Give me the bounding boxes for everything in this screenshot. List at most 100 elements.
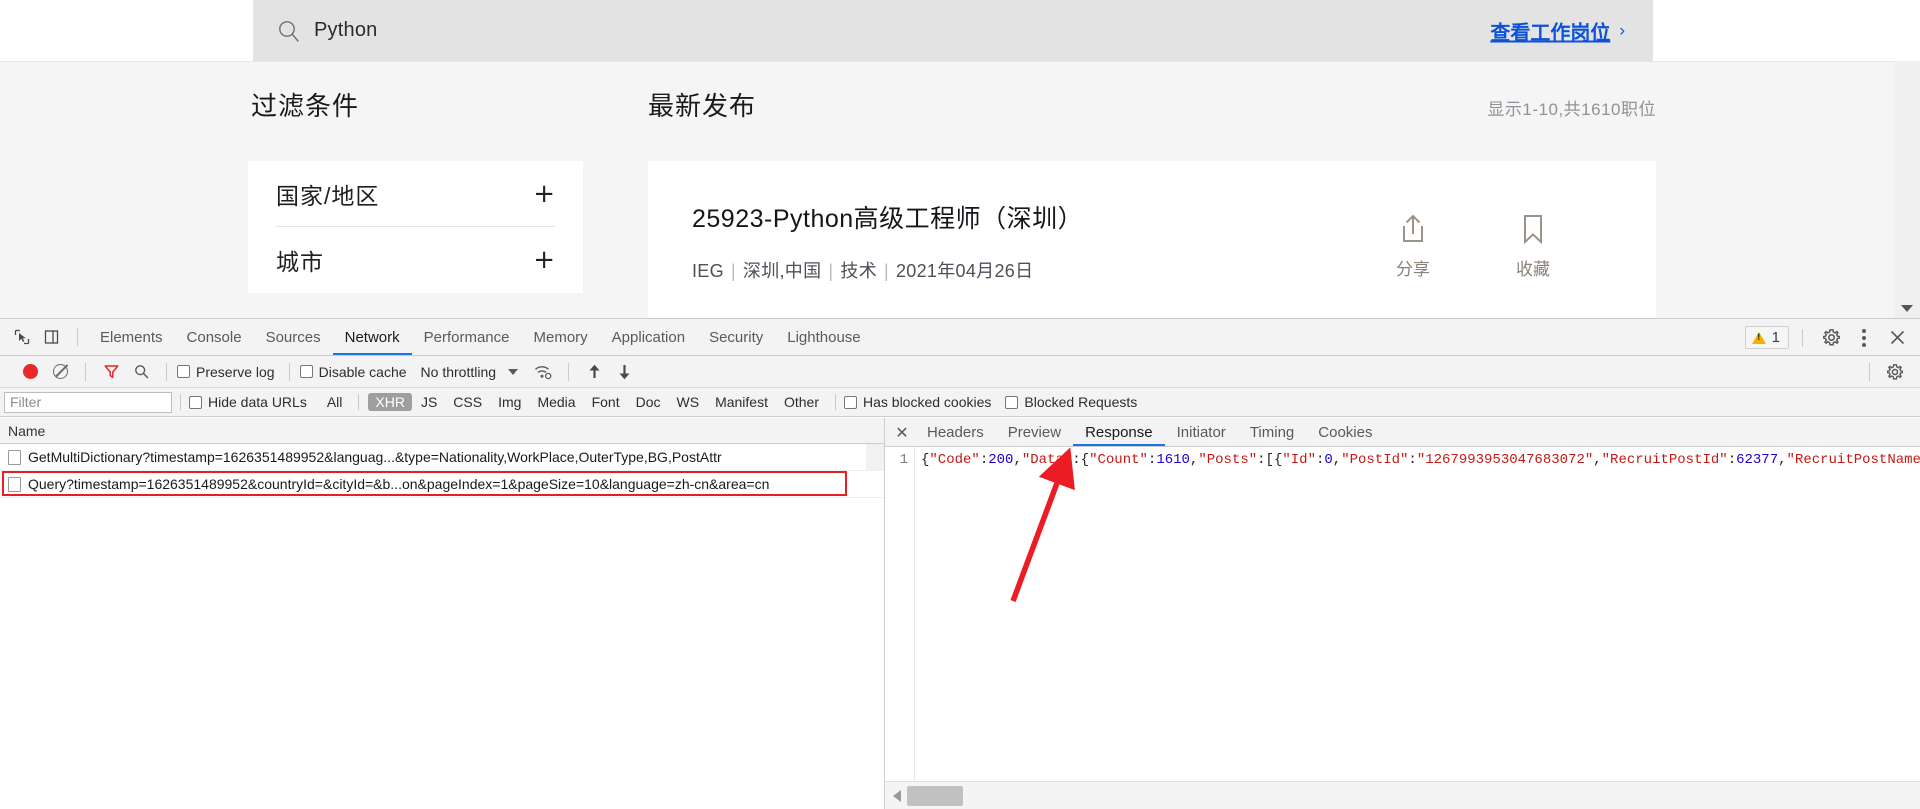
- view-jobs-link[interactable]: 查看工作岗位 ›: [1490, 16, 1625, 45]
- scroll-left-icon[interactable]: [893, 789, 901, 802]
- share-action[interactable]: 分享: [1386, 209, 1440, 280]
- tab-memory[interactable]: Memory: [522, 319, 600, 355]
- tab-elements[interactable]: Elements: [88, 319, 175, 355]
- response-body[interactable]: 1 {"Code":200,"Data":{"Count":1610,"Post…: [885, 447, 1920, 781]
- json-token: 0: [1324, 452, 1333, 468]
- job-card[interactable]: 25923-Python高级工程师（深圳） IEG | 深圳,中国 | 技术 | 2021年…: [648, 161, 1656, 318]
- blocked-requests-checkbox[interactable]: [1005, 395, 1019, 409]
- hide-data-urls-checkbox[interactable]: [189, 395, 202, 409]
- meta-separator: |: [828, 261, 834, 281]
- network-conditions-icon[interactable]: [528, 357, 558, 387]
- response-horizontal-scrollbar[interactable]: [885, 781, 1920, 809]
- toolbar-divider: [85, 362, 86, 381]
- tab-lighthouse[interactable]: Lighthouse: [775, 319, 872, 355]
- column-header-name[interactable]: Name: [8, 423, 45, 439]
- job-date: 2021年04月26日: [896, 261, 1034, 281]
- inspect-element-icon[interactable]: [7, 322, 37, 352]
- disable-cache-checkbox[interactable]: [299, 365, 313, 378]
- bookmark-action[interactable]: 收藏: [1506, 209, 1560, 280]
- page-vertical-scrollbar[interactable]: [1894, 61, 1920, 318]
- search-icon[interactable]: [126, 357, 156, 387]
- tab-initiator[interactable]: Initiator: [1165, 418, 1238, 446]
- job-actions: 分享 收藏: [1386, 209, 1560, 280]
- clear-button[interactable]: [45, 357, 75, 387]
- tab-security[interactable]: Security: [697, 319, 775, 355]
- disable-cache-control[interactable]: Disable cache: [299, 364, 407, 380]
- preserve-log-control[interactable]: Preserve log: [177, 364, 275, 380]
- json-token: "PostId": [1341, 452, 1409, 468]
- tab-console[interactable]: Console: [175, 319, 254, 355]
- export-har-icon[interactable]: [609, 357, 639, 387]
- network-settings-icon[interactable]: [1880, 357, 1910, 387]
- json-token: :: [1727, 452, 1737, 468]
- record-button[interactable]: [15, 357, 45, 387]
- scroll-down-icon[interactable]: [1901, 305, 1913, 312]
- filter-type-font[interactable]: Font: [585, 393, 627, 411]
- job-search-bar[interactable]: Python 查看工作岗位 ›: [253, 0, 1653, 61]
- response-json-text[interactable]: {"Code":200,"Data":{"Count":1610,"Posts"…: [915, 447, 1920, 781]
- filter-type-ws[interactable]: WS: [670, 393, 707, 411]
- filter-type-doc[interactable]: Doc: [629, 393, 668, 411]
- toolbar-divider: [1802, 328, 1803, 347]
- filter-type-all[interactable]: All: [320, 393, 350, 411]
- filter-row-city[interactable]: 城市 +: [276, 227, 555, 293]
- filter-divider: [358, 394, 360, 410]
- import-har-icon[interactable]: [579, 357, 609, 387]
- tab-application[interactable]: Application: [600, 319, 697, 355]
- table-row[interactable]: GetMultiDictionary?timestamp=16263514899…: [0, 444, 884, 471]
- blocked-requests-control[interactable]: Blocked Requests: [1005, 394, 1137, 410]
- filter-name-country: 国家/地区: [276, 182, 380, 209]
- json-token: ,: [1332, 452, 1342, 468]
- toolbar-divider: [166, 362, 167, 381]
- filter-type-js[interactable]: JS: [414, 393, 444, 411]
- warning-badge[interactable]: 1: [1744, 326, 1789, 349]
- tab-headers[interactable]: Headers: [915, 418, 996, 446]
- toolbar-divider: [77, 328, 78, 346]
- throttling-value[interactable]: No throttling: [421, 364, 496, 380]
- filter-icon[interactable]: [96, 357, 126, 387]
- hide-data-urls-control[interactable]: Hide data URLs: [189, 394, 307, 410]
- filter-type-manifest[interactable]: Manifest: [708, 393, 775, 411]
- filter-type-css[interactable]: CSS: [446, 393, 489, 411]
- tab-response[interactable]: Response: [1073, 418, 1165, 446]
- more-options-icon[interactable]: [1849, 323, 1879, 353]
- request-type-icon: [8, 449, 21, 465]
- plus-icon[interactable]: +: [533, 247, 555, 273]
- tab-preview[interactable]: Preview: [996, 418, 1073, 446]
- has-blocked-cookies-control[interactable]: Has blocked cookies: [844, 394, 991, 410]
- device-toolbar-icon[interactable]: [37, 322, 67, 352]
- chevron-right-icon: ›: [1619, 20, 1625, 40]
- devtools-tabbar: Elements Console Sources Network Perform…: [0, 319, 1920, 356]
- table-row[interactable]: Query?timestamp=1626351489952&countryId=…: [0, 471, 884, 498]
- tab-timing[interactable]: Timing: [1238, 418, 1306, 446]
- bookmark-icon: [1506, 209, 1560, 249]
- meta-separator: |: [884, 261, 889, 281]
- line-number-gutter: 1: [885, 447, 915, 781]
- json-token: "Code": [929, 452, 980, 468]
- filter-type-other[interactable]: Other: [777, 393, 826, 411]
- filter-type-xhr[interactable]: XHR: [368, 393, 412, 411]
- json-token: "Count": [1089, 452, 1148, 468]
- settings-gear-icon[interactable]: [1816, 323, 1846, 353]
- plus-icon[interactable]: +: [533, 181, 555, 207]
- network-controls-right: [1859, 356, 1910, 388]
- filter-row-country[interactable]: 国家/地区 +: [276, 161, 555, 227]
- close-detail-icon[interactable]: ✕: [889, 419, 915, 445]
- filter-type-img[interactable]: Img: [491, 393, 528, 411]
- filter-input[interactable]: [4, 391, 172, 413]
- network-filter-bar: Hide data URLs All XHR JS CSS Img Media …: [0, 388, 1920, 417]
- scrollbar-thumb[interactable]: [907, 785, 963, 806]
- search-input-value[interactable]: Python: [314, 19, 377, 42]
- has-blocked-cookies-checkbox[interactable]: [844, 395, 857, 409]
- json-token: 200: [988, 452, 1014, 468]
- preserve-log-checkbox[interactable]: [177, 365, 190, 378]
- chevron-down-icon[interactable]: [508, 368, 519, 375]
- tab-network[interactable]: Network: [333, 319, 412, 355]
- job-location: 深圳,中国: [742, 261, 822, 281]
- tab-performance[interactable]: Performance: [412, 319, 522, 355]
- json-token: ,: [1013, 452, 1022, 468]
- close-devtools-icon[interactable]: [1882, 323, 1912, 353]
- tab-cookies[interactable]: Cookies: [1306, 418, 1384, 446]
- tab-sources[interactable]: Sources: [254, 319, 333, 355]
- filter-type-media[interactable]: Media: [530, 393, 582, 411]
